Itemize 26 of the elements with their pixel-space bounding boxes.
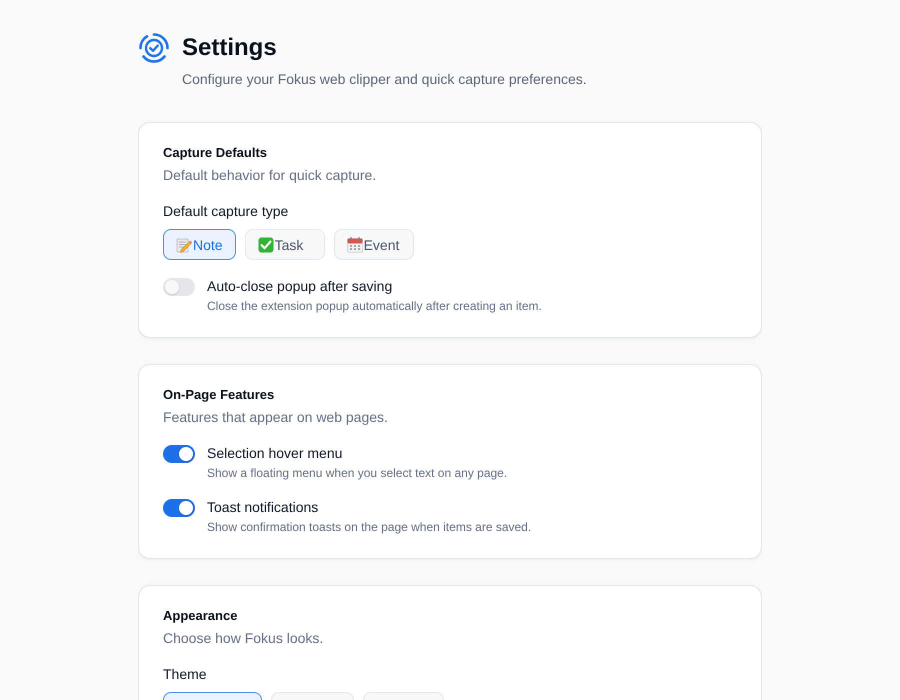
- section-title: On-Page Features: [163, 387, 276, 403]
- toggle-label: Toast notifications: [207, 498, 320, 517]
- page-subtitle: Configure your Fokus web clipper and quick capture preferences.: [182, 70, 588, 89]
- toggle-label: Selection hover menu: [207, 444, 344, 463]
- capture-type-button[interactable]: Note: [163, 229, 236, 260]
- toggle-label: Auto-close popup after saving: [207, 277, 394, 296]
- toggle-switch[interactable]: [163, 278, 195, 296]
- page-title: Settings: [182, 33, 277, 63]
- calendar-icon: [346, 236, 363, 252]
- toggle-switch[interactable]: [163, 499, 195, 517]
- capture-type-button[interactable]: Event: [334, 229, 414, 260]
- field-label: Default capture type: [163, 202, 290, 221]
- toggle-description: Show a floating menu when you select text on any page.: [207, 465, 508, 481]
- capture-type-button[interactable]: Task: [244, 229, 325, 260]
- section-description: Default behavior for quick capture.: [163, 166, 378, 185]
- checkmark-icon: [258, 236, 274, 252]
- toggle-description: Close the extension popup automatically after creating an item.: [207, 298, 542, 314]
- field-label: Theme: [163, 665, 208, 684]
- logo-icon: [138, 32, 170, 64]
- section-description: Choose how Fokus looks.: [163, 629, 324, 648]
- section-title: Capture Defaults: [163, 145, 268, 161]
- memo-icon: [176, 236, 192, 252]
- section-description: Features that appear on web pages.: [163, 408, 389, 427]
- toggle-description: Show confirmation toasts on the page when items are saved.: [207, 519, 532, 535]
- section-title: Appearance: [163, 608, 238, 624]
- toggle-switch[interactable]: [163, 445, 195, 463]
